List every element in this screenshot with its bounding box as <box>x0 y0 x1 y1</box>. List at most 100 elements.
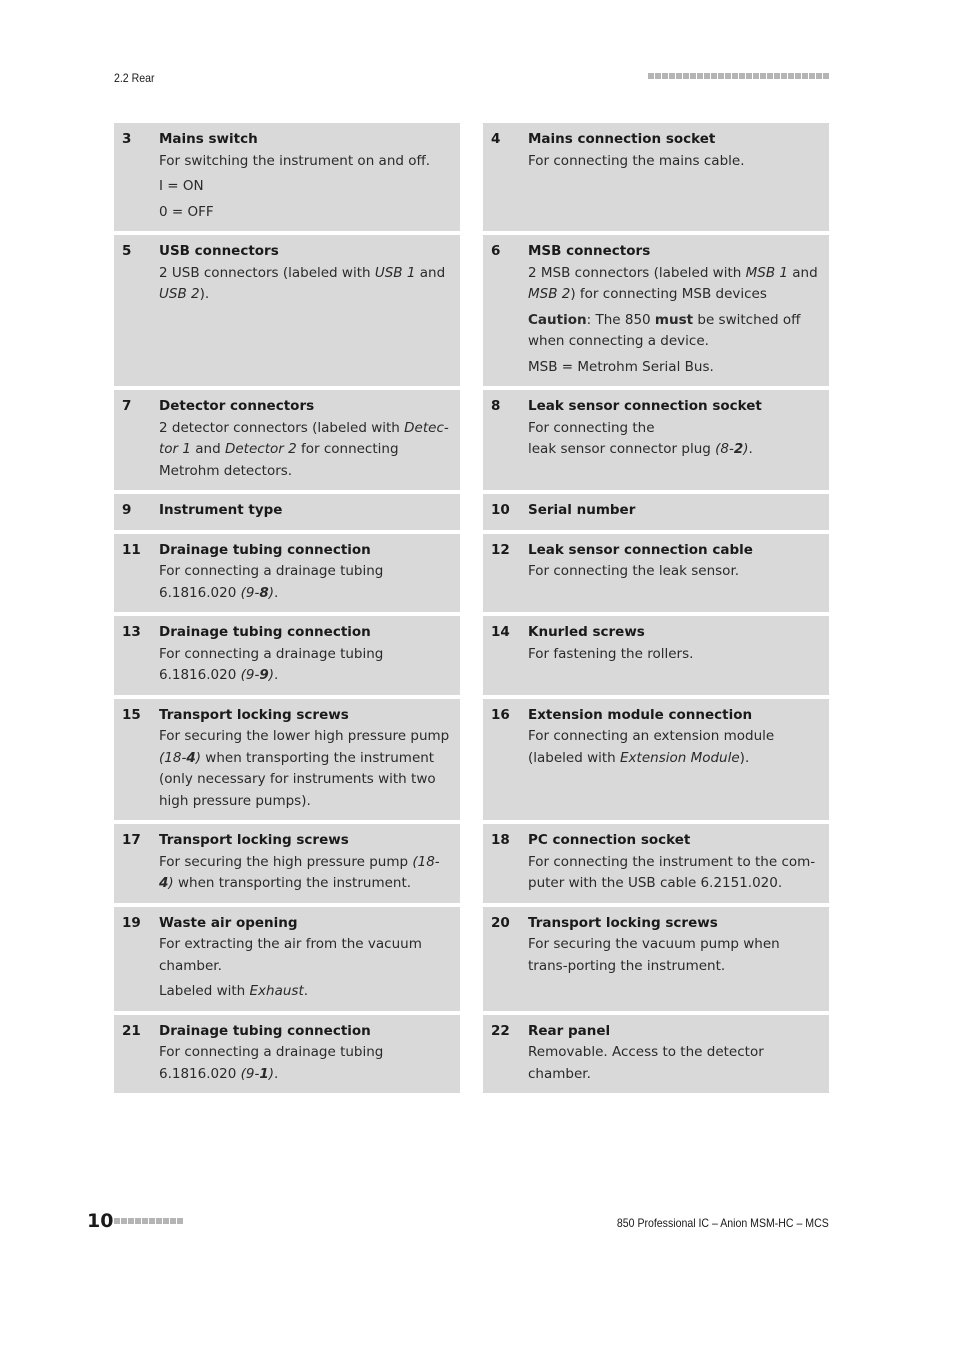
item-number: 21 <box>122 1022 141 1039</box>
legend-item: 7 Detector connectors 2 detector connector… <box>114 390 460 490</box>
legend-item: 19 Waste air opening For extracting the ai… <box>114 906 460 1011</box>
item-title: PC connection socket <box>528 832 691 848</box>
item-description: Labeled with Exhaust. <box>159 983 309 999</box>
item-number: 10 <box>491 502 510 518</box>
item-description: For connecting the leak sensor. <box>528 563 740 579</box>
item-description: Caution: The 850 must be switched off wh… <box>528 311 801 350</box>
legend-item: 5 USB connectors 2 USB connectors (labeled… <box>114 235 460 386</box>
item-title: Drainage tubing connection <box>159 541 371 558</box>
item-number: 4 <box>491 131 501 147</box>
item-title: Leak sensor connection cable <box>528 541 753 558</box>
item-description: 2 MSB connectors (labeled with MSB 1 and… <box>528 264 818 303</box>
legend-item: 14 Knurled screws For fastening the roller… <box>483 616 829 695</box>
header-decoration <box>648 73 829 79</box>
item-description: I = ON <box>159 178 204 194</box>
item-number: 5 <box>122 243 132 259</box>
item-number: 18 <box>491 832 510 848</box>
square <box>809 73 815 79</box>
item-description: For switching the instrument on and off. <box>159 152 431 169</box>
item-description: For connecting a drainage tubing 6.1816.… <box>159 563 384 601</box>
item-description: For securing the high pressure pump (18-… <box>159 853 440 892</box>
item-description: For connecting a drainage tubing 6.1816.… <box>159 1044 384 1082</box>
legend-item: 11 Drainage tubing connection For connecti… <box>114 533 460 612</box>
item-title: Extension module connection <box>528 706 753 723</box>
square <box>114 1218 120 1224</box>
square <box>128 1218 134 1224</box>
square <box>823 73 829 79</box>
item-number: 14 <box>491 624 510 640</box>
square <box>662 73 668 79</box>
legend-item: 21 Drainage tubing connection For connecti… <box>114 1014 460 1093</box>
item-number: 8 <box>491 398 501 414</box>
square <box>121 1218 127 1224</box>
item-description: For fastening the rollers. <box>528 645 694 662</box>
square <box>697 73 703 79</box>
item-number: 13 <box>122 624 141 640</box>
legend-item: 4 Mains connection socket For connecting t… <box>483 123 829 231</box>
legend-item: 8 Leak sensor connection socket For connec… <box>483 390 829 490</box>
legend-item: 12 Leak sensor connection cable For connec… <box>483 533 829 612</box>
document-title: 850 Professional IC – Anion MSM-HC – MCS <box>617 1216 829 1230</box>
square <box>725 73 731 79</box>
item-title: Transport locking screws <box>159 706 349 723</box>
item-title: Rear panel <box>528 1022 611 1039</box>
square <box>753 73 759 79</box>
legend-item: 22 Rear panel Removable. Access to the det… <box>483 1014 829 1093</box>
item-title: Leak sensor connection socket <box>528 398 762 414</box>
square <box>163 1218 169 1224</box>
item-description: Removable. Access to the detector chambe… <box>528 1044 764 1082</box>
square <box>774 73 780 79</box>
item-number: 11 <box>122 541 141 558</box>
item-title: Mains connection socket <box>528 131 716 147</box>
square <box>135 1218 141 1224</box>
square <box>156 1218 162 1224</box>
square <box>816 73 822 79</box>
legend-item: 18 PC connection socket For connecting the… <box>483 824 829 903</box>
square <box>676 73 682 79</box>
square <box>781 73 787 79</box>
square <box>655 73 661 79</box>
square <box>795 73 801 79</box>
legend-grid: 3 Mains switch For switching the instrumen… <box>114 123 829 1093</box>
item-number: 12 <box>491 541 510 558</box>
square <box>760 73 766 79</box>
legend-item: 15 Transport locking screws For securing t… <box>114 698 460 820</box>
legend-item: 17 Transport locking screws For securing t… <box>114 824 460 903</box>
square <box>746 73 752 79</box>
item-title: Mains switch <box>159 131 258 147</box>
item-description: For connecting the mains cable. <box>528 152 745 169</box>
legend-item: 13 Drainage tubing connection For connecti… <box>114 616 460 695</box>
square <box>683 73 689 79</box>
item-description: 0 = OFF <box>159 203 214 220</box>
section-header: 2.2 Rear <box>114 71 155 85</box>
item-title: Transport locking screws <box>528 914 718 931</box>
square <box>669 73 675 79</box>
square <box>690 73 696 79</box>
item-number: 16 <box>491 706 510 723</box>
legend-item: 20 Transport locking screws For securing t… <box>483 906 829 1011</box>
square <box>788 73 794 79</box>
item-title: Serial number <box>528 502 636 518</box>
square <box>767 73 773 79</box>
item-description: For connecting the instrument to the com… <box>528 853 816 892</box>
square <box>142 1218 148 1224</box>
legend-item: 9 Instrument type <box>114 494 460 530</box>
square <box>704 73 710 79</box>
item-description: 2 USB connectors (labeled with USB 1 and… <box>159 264 446 303</box>
legend-item: 6 MSB connectors 2 MSB connectors (labeled… <box>483 235 829 386</box>
item-description: For securing the vacuum pump when trans-… <box>528 936 780 974</box>
square <box>718 73 724 79</box>
square <box>711 73 717 79</box>
square <box>732 73 738 79</box>
item-number: 15 <box>122 706 141 723</box>
square <box>802 73 808 79</box>
legend-item: 10 Serial number <box>483 494 829 530</box>
item-number: 3 <box>122 131 132 147</box>
item-description: For connecting the leak sensor connector … <box>528 419 753 458</box>
item-title: USB connectors <box>159 243 279 259</box>
item-number: 6 <box>491 243 501 259</box>
footer-decoration <box>114 1218 183 1224</box>
legend-item: 16 Extension module connection For connect… <box>483 698 829 820</box>
square <box>149 1218 155 1224</box>
item-title: Drainage tubing connection <box>159 1022 371 1039</box>
